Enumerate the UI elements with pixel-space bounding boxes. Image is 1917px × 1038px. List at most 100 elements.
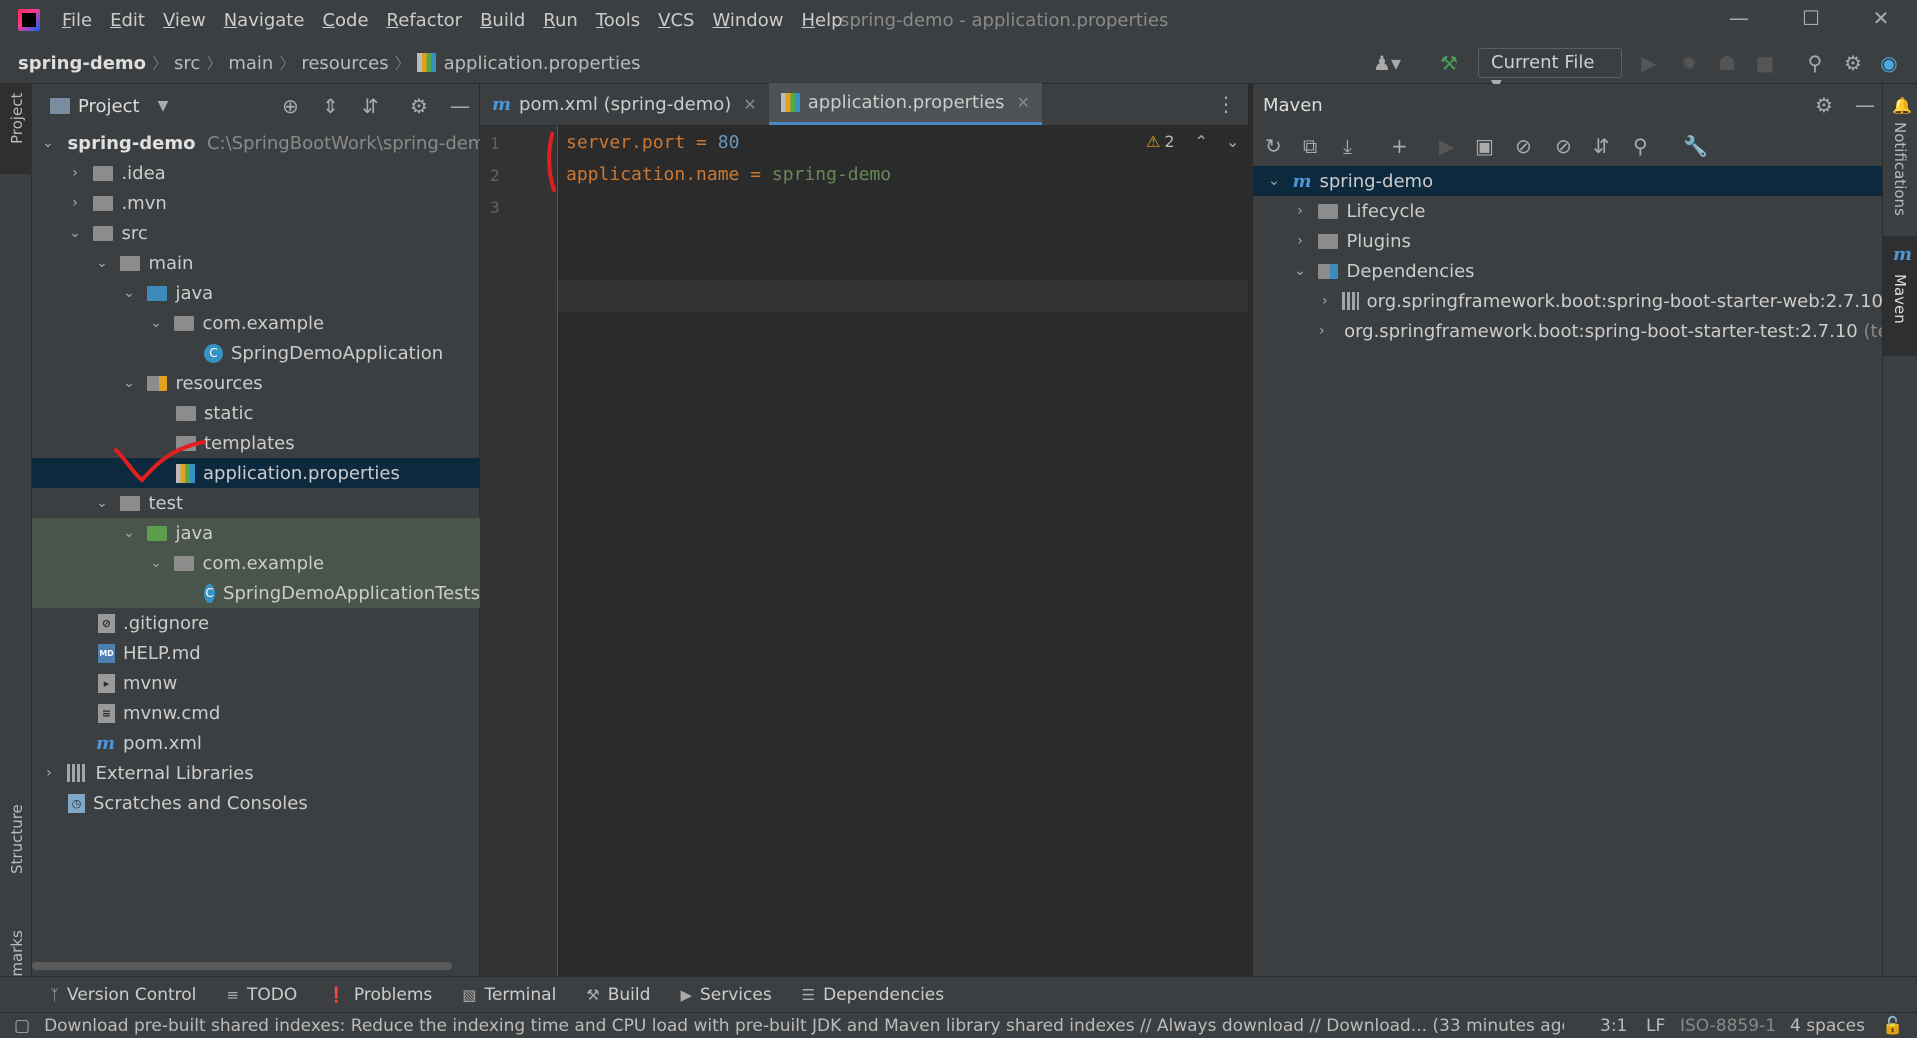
run-configuration-select[interactable]: Current File ▼ bbox=[1478, 48, 1622, 93]
tree-item-springdemoapplicationtests[interactable]: C SpringDemoApplicationTests bbox=[32, 578, 480, 608]
coverage-icon[interactable]: ☗ bbox=[1714, 50, 1740, 76]
maven-tool-tab[interactable]: Maven bbox=[1891, 274, 1909, 324]
status-message[interactable]: Download pre-built shared indexes: Reduc… bbox=[44, 1016, 1564, 1036]
tree-item-mvnw-cmd[interactable]: ≡ mvnw.cmd bbox=[32, 698, 480, 728]
notifications-bell-icon[interactable]: 🔔 bbox=[1892, 96, 1912, 115]
tree-item-springdemoapplication[interactable]: C SpringDemoApplication bbox=[32, 338, 480, 368]
run-goal-icon[interactable]: ▶ bbox=[1439, 134, 1454, 158]
tree-item-static[interactable]: static bbox=[32, 398, 480, 428]
execute-goal-icon[interactable]: ▣ bbox=[1475, 134, 1494, 158]
debug-icon[interactable]: ✹ bbox=[1676, 50, 1702, 76]
tab-version-control[interactable]: ᛉ Version Control bbox=[50, 985, 196, 1005]
hide-panel-icon[interactable]: — bbox=[450, 94, 470, 118]
breadcrumb-resources[interactable]: resources bbox=[301, 53, 388, 74]
build-hammer-icon[interactable]: ⚒ bbox=[1436, 50, 1462, 76]
maximize-icon[interactable]: ☐ bbox=[1796, 6, 1826, 34]
menu-refactor[interactable]: Refactor bbox=[387, 10, 463, 31]
maven-tree-spring-demo[interactable]: ⌄ m spring-demo bbox=[1253, 166, 1883, 196]
search-icon[interactable]: ⚲ bbox=[1802, 50, 1828, 76]
tree-item-idea[interactable]: › .idea bbox=[32, 158, 480, 188]
tree-item-test[interactable]: ⌄ test bbox=[32, 488, 480, 518]
tree-item-main[interactable]: ⌄ main bbox=[32, 248, 480, 278]
tab-terminal[interactable]: ▧ Terminal bbox=[462, 985, 556, 1005]
tree-item-templates[interactable]: templates bbox=[32, 428, 480, 458]
inspection-widget[interactable]: ⚠ 2 ⌃ ⌄ bbox=[1146, 132, 1239, 151]
minimize-icon[interactable]: — bbox=[1724, 6, 1754, 34]
locate-file-icon[interactable]: ⊕ bbox=[282, 94, 299, 118]
menu-navigate[interactable]: Navigate bbox=[224, 10, 305, 31]
tab-todo[interactable]: ≡ TODO bbox=[226, 985, 297, 1005]
close-window-icon[interactable]: ✕ bbox=[1866, 6, 1896, 34]
tab-dependencies[interactable]: ☰ Dependencies bbox=[802, 985, 944, 1005]
tree-item-com-example[interactable]: ⌄ com.example bbox=[32, 308, 480, 338]
panel-settings-icon[interactable]: ⚙ bbox=[410, 94, 428, 118]
breadcrumb-main[interactable]: main bbox=[228, 53, 273, 74]
collapse-all-icon[interactable]: ⇵ bbox=[362, 94, 379, 118]
reload-generated-sources-icon[interactable]: ⧉ bbox=[1303, 134, 1317, 158]
stop-icon[interactable]: ■ bbox=[1752, 50, 1778, 76]
notifications-tool-tab[interactable]: Notifications bbox=[1891, 122, 1909, 216]
maven-tree-dependencies[interactable]: ⌄ Dependencies bbox=[1253, 256, 1883, 286]
menu-run[interactable]: Run bbox=[543, 10, 578, 31]
structure-tool-tab[interactable]: Structure bbox=[8, 804, 26, 874]
menu-view[interactable]: View bbox=[163, 10, 206, 31]
run-icon[interactable]: ▶ bbox=[1636, 50, 1662, 76]
add-maven-project-icon[interactable]: + bbox=[1391, 134, 1408, 158]
tree-item-scratches[interactable]: ◷ Scratches and Consoles bbox=[32, 788, 480, 818]
tab-problems[interactable]: ❗ Problems bbox=[327, 985, 432, 1005]
maven-tree-plugins[interactable]: › Plugins bbox=[1253, 226, 1883, 256]
menu-help[interactable]: Help bbox=[801, 10, 842, 31]
tree-item-resources[interactable]: ⌄ resources bbox=[32, 368, 480, 398]
hide-panel-icon[interactable]: — bbox=[1855, 93, 1875, 117]
code-line[interactable]: application.name = spring-demo bbox=[566, 164, 891, 185]
tree-item-spring-demo[interactable]: ⌄ spring-demo C:\SpringBootWork\spring-d… bbox=[32, 128, 480, 158]
lock-icon[interactable]: 🔓 bbox=[1882, 1016, 1903, 1036]
maven-tree-dependency[interactable]: › org.springframework.boot:spring-boot-s… bbox=[1253, 286, 1883, 316]
tree-item-external-libraries[interactable]: › External Libraries bbox=[32, 758, 480, 788]
chevron-down-icon[interactable]: ▼ bbox=[158, 98, 169, 114]
caret-position[interactable]: 3:1 bbox=[1600, 1016, 1627, 1036]
user-account-icon[interactable]: ♟▾ bbox=[1373, 50, 1401, 76]
file-encoding[interactable]: ISO-8859-1 bbox=[1680, 1016, 1776, 1036]
tree-item-src[interactable]: ⌄ src bbox=[32, 218, 480, 248]
menu-edit[interactable]: Edit bbox=[110, 10, 145, 31]
reload-icon[interactable]: ↻ bbox=[1265, 134, 1282, 158]
jetbrains-ai-icon[interactable]: ◉ bbox=[1876, 50, 1902, 76]
more-tabs-icon[interactable]: ⋮ bbox=[1216, 92, 1236, 116]
tab-application-properties[interactable]: application.properties ✕ bbox=[768, 83, 1042, 125]
tree-item-test-java[interactable]: ⌄ java bbox=[32, 518, 480, 548]
toggle-tool-windows-icon[interactable]: ▢ bbox=[14, 1016, 30, 1036]
menu-code[interactable]: Code bbox=[322, 10, 368, 31]
breadcrumb-file[interactable]: application.properties bbox=[444, 53, 641, 74]
project-tool-tab[interactable]: Project bbox=[8, 93, 26, 144]
download-icon[interactable]: ⤓ bbox=[1343, 134, 1352, 158]
tab-services[interactable]: ▶ Services bbox=[680, 985, 771, 1005]
expand-all-icon[interactable]: ⇕ bbox=[322, 94, 339, 118]
tree-item-java[interactable]: ⌄ java bbox=[32, 278, 480, 308]
line-separator[interactable]: LF bbox=[1646, 1016, 1665, 1036]
tree-item-mvn[interactable]: › .mvn bbox=[32, 188, 480, 218]
tree-item-help-md[interactable]: MD HELP.md bbox=[32, 638, 480, 668]
collapse-all-icon[interactable]: ⇵ bbox=[1593, 134, 1610, 158]
menu-vcs[interactable]: VCS bbox=[658, 10, 694, 31]
tree-item-pom-xml[interactable]: m pom.xml bbox=[32, 728, 480, 758]
next-highlight-icon[interactable]: ⌄ bbox=[1226, 132, 1239, 151]
menu-file[interactable]: File bbox=[62, 10, 92, 31]
menu-tools[interactable]: Tools bbox=[596, 10, 640, 31]
menu-window[interactable]: Window bbox=[712, 10, 783, 31]
panel-settings-icon[interactable]: ⚙ bbox=[1815, 93, 1833, 117]
toggle-offline-icon[interactable]: ⊘ bbox=[1515, 134, 1532, 158]
menu-build[interactable]: Build bbox=[480, 10, 525, 31]
breadcrumb-project[interactable]: spring-demo bbox=[18, 53, 146, 74]
tree-item-test-com-example[interactable]: ⌄ com.example bbox=[32, 548, 480, 578]
breadcrumb-src[interactable]: src bbox=[174, 53, 200, 74]
tree-item-application-properties[interactable]: application.properties bbox=[32, 458, 480, 488]
tab-build[interactable]: ⚒ Build bbox=[586, 985, 650, 1005]
previous-highlight-icon[interactable]: ⌃ bbox=[1195, 132, 1208, 151]
indent-setting[interactable]: 4 spaces bbox=[1790, 1016, 1865, 1036]
settings-gear-icon[interactable]: ⚙ bbox=[1840, 50, 1866, 76]
tree-item-gitignore[interactable]: ⊘ .gitignore bbox=[32, 608, 480, 638]
horizontal-scrollbar[interactable] bbox=[32, 962, 452, 970]
tab-pom-xml[interactable]: m pom.xml (spring-demo) ✕ bbox=[480, 83, 769, 125]
maven-settings-wrench-icon[interactable]: 🔧 bbox=[1683, 134, 1708, 158]
